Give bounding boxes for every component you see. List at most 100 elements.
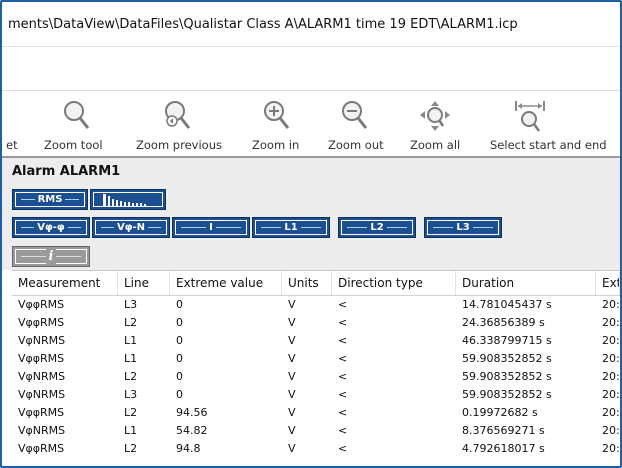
table-cell: 0 (176, 370, 183, 383)
table-cell: V (288, 370, 296, 383)
table-cell: L1 (124, 424, 138, 437)
toolbar-item-label: Zoom all (410, 138, 461, 152)
table-cell: 46.338799715 s (462, 334, 552, 347)
table-row[interactable]: VφNRMS L3 0 V <59.908352852 s 20: (12, 386, 620, 404)
l1-button-label: L1 (281, 222, 301, 233)
table-cell: < (338, 442, 348, 455)
table-cell: < (338, 316, 348, 329)
table-cell: < (338, 352, 348, 365)
toolbar-item-reset[interactable]: et (2, 91, 30, 157)
table-cell: < (338, 298, 348, 311)
table-cell: L1 (124, 334, 138, 347)
table-cell: V (288, 316, 296, 329)
table-cell: 20: (602, 406, 620, 419)
table-cell: 20: (602, 352, 620, 365)
zoom-tool-button[interactable]: Zoom tool (30, 91, 122, 157)
table-cell: 94.56 (176, 406, 208, 419)
column-header[interactable]: Ext (596, 271, 620, 295)
column-header[interactable]: Measurement (12, 271, 118, 295)
zoom-previous-icon (165, 101, 191, 129)
table-cell: 54.82 (176, 424, 208, 437)
magnifier-icon (64, 101, 90, 129)
column-header[interactable]: Units (282, 271, 332, 295)
table-cell: V (288, 424, 296, 437)
table-cell: 20: (602, 442, 620, 455)
zoom-out-button[interactable]: Zoom out (318, 91, 400, 157)
toolbar-item-label: Select start and end (490, 138, 607, 152)
rms-button[interactable]: RMS (12, 189, 88, 210)
table-row[interactable]: VφNRMS L1 54.82 V <8.376569271 s 20: (12, 422, 620, 440)
table-cell: 59.908352852 s (462, 388, 552, 401)
table-cell: L2 (124, 316, 138, 329)
toolbar-item-label: Zoom out (328, 138, 384, 152)
vphph-button-label: Vφ-φ (34, 222, 68, 233)
l2-button[interactable]: L2 (338, 217, 416, 238)
column-header[interactable]: Line (118, 271, 170, 295)
table-row[interactable]: VφφRMS L2 94.56 V <0.19972682 s 20: (12, 404, 620, 422)
table-row[interactable]: VφφRMS L2 0 V <24.36856389 s 20: (12, 314, 620, 332)
table-cell: 0 (176, 352, 183, 365)
table-cell: < (338, 424, 348, 437)
rms-button-label: RMS (34, 194, 66, 205)
alarm-panel: Alarm ALARM1 RMS Vφ-φ Vφ-N I L1 L2 L3 i (2, 158, 620, 270)
table-cell: < (338, 406, 348, 419)
app-window: ments\DataView\DataFiles\Qualistar Class… (0, 0, 622, 468)
table-cell: < (338, 370, 348, 383)
alarm-table: Measurement Line Extreme value Units Dir… (12, 270, 620, 466)
vphn-button-label: Vφ-N (113, 222, 149, 233)
table-cell: 20: (602, 424, 620, 437)
vphph-button[interactable]: Vφ-φ (12, 217, 90, 238)
table-cell: VφφRMS (18, 406, 65, 419)
select-start-end-button[interactable]: Select start and end (470, 91, 620, 157)
info-button[interactable]: i (12, 246, 90, 267)
zoom-previous-button[interactable]: Zoom previous (122, 91, 240, 157)
table-cell: V (288, 442, 296, 455)
table-row[interactable]: VφNRMS L2 0 V <59.908352852 s 20: (12, 368, 620, 386)
table-row[interactable]: VφφRMS L2 94.8 V <4.792618017 s 20: (12, 440, 620, 458)
zoom-in-button[interactable]: Zoom in (240, 91, 318, 157)
l1-button[interactable]: L1 (252, 217, 330, 238)
table-cell: V (288, 298, 296, 311)
panel-title: Alarm ALARM1 (12, 164, 121, 179)
table-cell: L3 (124, 298, 138, 311)
select-range-icon (515, 101, 545, 132)
zoom-in-icon (264, 101, 290, 129)
l3-button-label: L3 (453, 222, 473, 233)
table-cell: VφφRMS (18, 352, 65, 365)
table-cell: VφNRMS (18, 424, 66, 437)
table-row[interactable]: VφφRMS L3 0 V <14.781045437 s 20: (12, 296, 620, 314)
table-cell: 0 (176, 316, 183, 329)
harmonics-button[interactable] (90, 189, 166, 210)
harmonics-icon (103, 194, 146, 206)
zoom-all-button[interactable]: Zoom all (400, 91, 470, 157)
zoom-out-icon (342, 101, 368, 129)
table-cell: 59.908352852 s (462, 352, 552, 365)
table-cell: V (288, 334, 296, 347)
table-header: Measurement Line Extreme value Units Dir… (12, 271, 620, 296)
table-cell: 0 (176, 298, 183, 311)
column-header[interactable]: Duration (456, 271, 596, 295)
table-cell: 20: (602, 334, 620, 347)
table-row[interactable]: VφφRMS L1 0 V <59.908352852 s 20: (12, 350, 620, 368)
table-cell: V (288, 388, 296, 401)
table-cell: 59.908352852 s (462, 370, 552, 383)
toolbar-item-label: Zoom in (252, 138, 300, 152)
l3-button[interactable]: L3 (424, 217, 502, 238)
table-cell: VφφRMS (18, 316, 65, 329)
table-cell: 8.376569271 s (462, 424, 545, 437)
table-cell: 0 (176, 334, 183, 347)
table-cell: 0.19972682 s (462, 406, 538, 419)
current-button-label: I (206, 222, 216, 233)
table-cell: 20: (602, 370, 620, 383)
table-cell: 20: (602, 316, 620, 329)
table-cell: 0 (176, 388, 183, 401)
info-icon: i (45, 249, 57, 264)
column-header[interactable]: Extreme value (170, 271, 282, 295)
column-header[interactable]: Direction type (332, 271, 456, 295)
table-row[interactable]: VφNRMS L1 0 V <46.338799715 s 20: (12, 332, 620, 350)
title-bar: ments\DataView\DataFiles\Qualistar Class… (2, 2, 620, 46)
vphn-button[interactable]: Vφ-N (92, 217, 170, 238)
table-cell: 24.36856389 s (462, 316, 545, 329)
table-cell: 94.8 (176, 442, 201, 455)
current-button[interactable]: I (172, 217, 250, 238)
